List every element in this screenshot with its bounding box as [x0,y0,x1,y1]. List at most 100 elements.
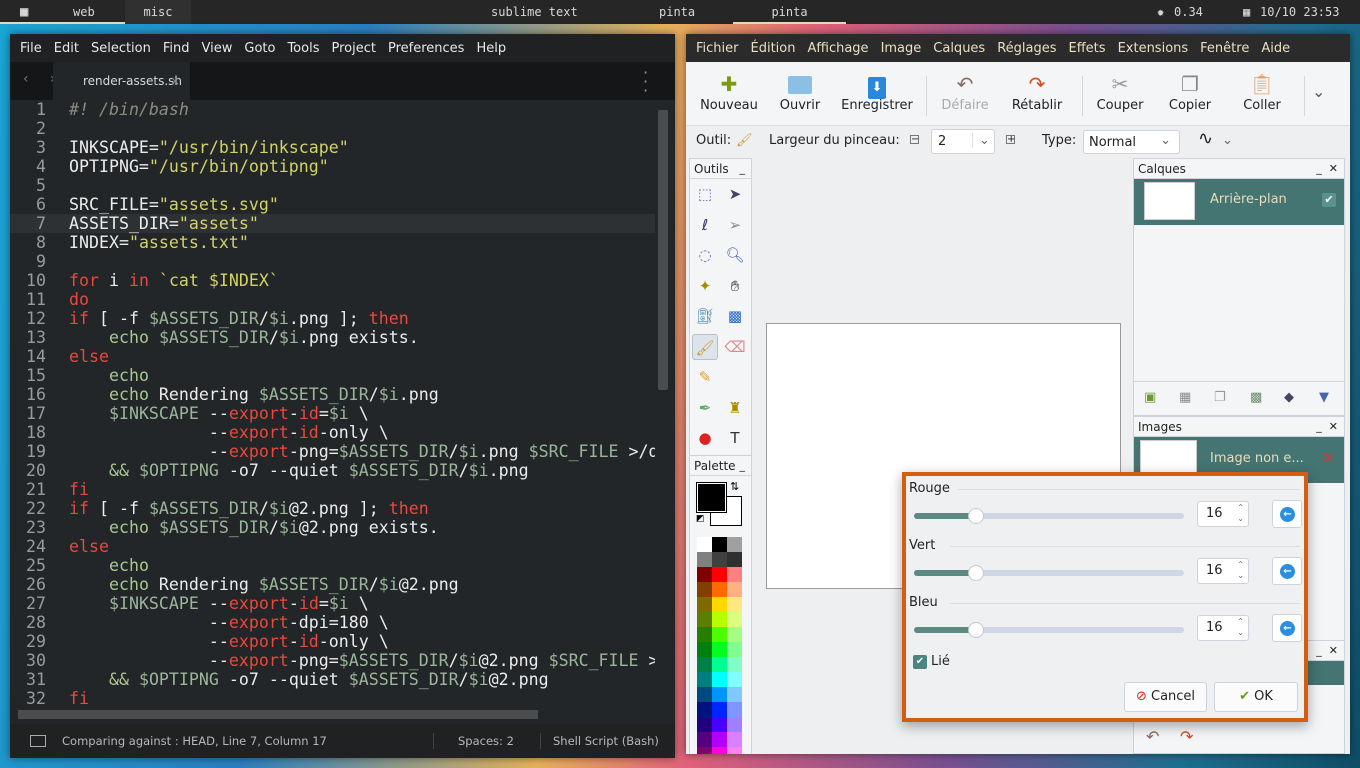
pencil-icon[interactable]: ✎ [692,364,718,390]
cancel-button[interactable]: ⊘ Cancel [1124,682,1207,712]
palette-swatch[interactable] [712,672,727,687]
palette-swatch[interactable] [697,642,712,657]
layer-item[interactable]: Arrière-plan ✔ [1134,179,1344,225]
paintbrush-icon[interactable]: 🖌︎ [692,333,718,360]
move-layer-up-icon[interactable]: ◆ [1284,390,1294,405]
palette-swatch[interactable] [727,597,742,612]
pinta-menu-item[interactable]: Réglages [997,41,1056,56]
decrease-width-button[interactable]: − [910,135,919,145]
cut-button[interactable]: ✂ Couper [1090,70,1150,113]
type-select[interactable]: Normal ⌄ [1083,130,1180,154]
eraser-icon[interactable]: ⌫ [722,334,748,360]
palette-swatch[interactable] [727,582,742,597]
palette-swatch[interactable] [727,567,742,582]
palette-swatch[interactable] [712,732,727,747]
palette-swatch[interactable] [712,612,727,627]
move-selected-icon[interactable]: ➤ [722,181,748,207]
palette-swatch[interactable] [712,687,727,702]
channel-slider[interactable] [914,508,1184,524]
linked-checkbox[interactable]: ✔ [913,655,927,669]
close-image-icon[interactable]: ✕ [1322,449,1335,467]
palette-swatch[interactable] [712,702,727,717]
color-picker-icon[interactable]: ✒ [692,395,718,421]
pinta-menu-item[interactable]: Image [881,41,922,56]
increase-width-button[interactable]: + [1006,135,1015,145]
palette-swatch[interactable] [697,552,712,567]
pinta-menu-item[interactable]: Fenêtre [1200,41,1249,56]
menu-help[interactable]: Help [476,41,506,56]
palette-swatch[interactable] [697,582,712,597]
save-button[interactable]: ⬇ Enregistrer [840,70,914,113]
history-redo-icon[interactable]: ↷ [1180,727,1193,746]
open-button[interactable]: Ouvrir [774,70,826,113]
slider-thumb[interactable] [968,622,984,638]
palette-swatch[interactable] [697,687,712,702]
pinta-menu-item[interactable]: Calques [933,41,985,56]
history-undo-icon[interactable]: ↶ [1146,727,1159,746]
menu-goto[interactable]: Goto [244,41,275,56]
palette-swatch[interactable] [727,642,742,657]
palette-swatch[interactable] [697,537,712,552]
palette-swatch[interactable] [697,597,712,612]
palette-swatch[interactable] [712,552,727,567]
pan-icon[interactable]: ✋︎ [722,273,748,299]
menu-tools[interactable]: Tools [287,41,319,56]
primary-color[interactable] [696,482,727,513]
palette-swatch[interactable] [712,747,727,754]
pinta-menu-item[interactable]: Fichier [696,41,739,56]
ok-button[interactable]: ✔ OK [1214,682,1298,712]
swap-colors-icon[interactable]: ⇅ [730,480,739,493]
channel-slider[interactable] [914,565,1184,581]
palette-swatch[interactable] [727,747,742,754]
palette-swatch[interactable] [727,732,742,747]
toolbar-overflow-chevron-icon[interactable]: ⌄ [1312,82,1325,101]
rectangle-select-icon[interactable]: ⬚ [692,181,718,207]
slider-thumb[interactable] [968,565,984,581]
layer-visible-checkbox[interactable]: ✔ [1322,193,1336,207]
chevron-down-icon[interactable]: ⌄ [1222,133,1233,148]
panel-toggle-icon[interactable] [30,735,46,747]
spin-arrows-icon[interactable]: ⌃ ⌄ [1237,616,1244,638]
palette-swatch[interactable] [727,612,742,627]
spin-arrows-icon[interactable]: ⌃ ⌄ [1237,502,1244,524]
palette-swatch[interactable] [727,717,742,732]
menu-project[interactable]: Project [331,41,375,56]
palette-swatch[interactable] [697,567,712,582]
shapes-icon[interactable]: ● [692,425,718,451]
indent-setting[interactable]: Spaces: 2 [458,724,514,758]
palette-swatch[interactable] [697,672,712,687]
undo-button[interactable]: ↶ Défaire [936,70,994,113]
palette-swatch[interactable] [712,642,727,657]
paint-bucket-icon[interactable]: ⛽︎ [692,303,718,329]
channel-spinbox[interactable]: 16 ⌃ ⌄ [1197,558,1249,584]
reset-colors-icon[interactable]: ◩ [696,514,705,524]
antialias-curve-icon[interactable]: ∿ [1198,128,1213,149]
palette-swatch[interactable] [697,627,712,642]
pinta-menu-item[interactable]: Aide [1261,41,1290,56]
new-button[interactable]: ✚ Nouveau [698,70,760,113]
menu-file[interactable]: File [20,41,42,56]
text-icon[interactable]: T [722,425,748,451]
move-layer-down-icon[interactable]: ▼ [1319,390,1329,405]
slider-thumb[interactable] [968,508,984,524]
horizontal-scrollbar[interactable] [18,710,538,719]
window-pinta-1[interactable]: pinta [659,0,695,24]
tab-render-assets[interactable]: render-assets.sh × [53,62,190,100]
ellipse-select-icon[interactable]: ◌ [692,242,718,268]
palette-swatch[interactable] [712,657,727,672]
add-layer-icon[interactable]: ▣ [1144,390,1156,405]
zoom-icon[interactable]: 🔍︎ [722,242,748,268]
pinta-menu-item[interactable]: Extensions [1118,41,1189,56]
palette-swatch[interactable] [712,627,727,642]
code-editor[interactable]: 1 #! /bin/bash 2 3 INKSCAPE="/usr/bin/inksca… [10,100,655,705]
palette-swatch[interactable] [712,717,727,732]
lasso-select-icon[interactable]: ℓ [692,212,718,238]
magic-wand-icon[interactable]: ✦ [692,273,718,299]
reset-channel-button[interactable]: ← [1272,500,1302,528]
pinta-menu-item[interactable]: Édition [751,41,796,56]
delete-layer-icon[interactable]: ▦ [1179,390,1191,405]
palette-swatch[interactable] [697,732,712,747]
chevron-left-icon[interactable]: ‹ [23,71,29,87]
palette-swatch[interactable] [712,537,727,552]
palette-swatch[interactable] [697,702,712,717]
